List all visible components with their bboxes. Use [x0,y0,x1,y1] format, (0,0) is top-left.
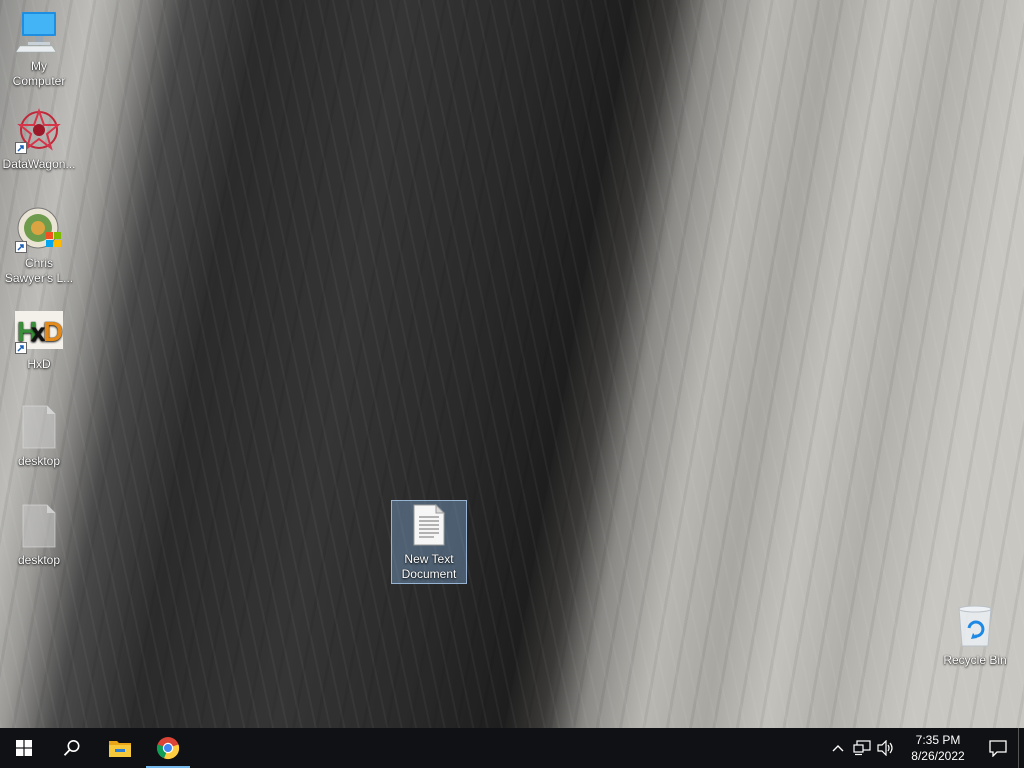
desktop-icon-recycle-bin[interactable]: Recycle Bin [937,602,1013,668]
desktop-icon-desktop-ini-1[interactable]: desktop [1,403,77,469]
desktop-icon-label: HxD [27,357,51,371]
windows-logo-icon [16,740,32,756]
system-tray: 7:35 PM 8/26/2022 [826,728,1024,768]
taskbar-clock[interactable]: 7:35 PM 8/26/2022 [898,732,978,764]
desktop-background[interactable]: My Computer DataWagon... Chris Sawyer's … [0,0,1024,728]
desktop-icon-label: desktop [17,454,61,468]
network-icon [853,740,871,756]
chrome-icon [156,737,180,760]
clock-time: 7:35 PM [915,733,961,747]
search-button[interactable] [48,728,96,768]
desktop-icon-new-text-document[interactable]: New Text Document [391,500,467,584]
desktop-icon-my-computer[interactable]: My Computer [1,8,77,89]
desktop-icon-label: DataWagon... [2,157,76,171]
volume-button[interactable] [874,728,898,768]
desktop-icon-label: My Computer [12,59,66,88]
game-icon [15,205,63,253]
svg-text:D: D [43,316,63,347]
desktop-icon-label: desktop [17,553,61,567]
network-button[interactable] [850,728,874,768]
action-center-icon [989,740,1007,757]
desktop-icon-datawagon[interactable]: DataWagon... [1,106,77,172]
clock-date: 8/26/2022 [911,749,965,763]
datawagon-icon [15,106,63,154]
desktop-icon-label: Recycle Bin [943,653,1007,667]
text-document-icon [405,501,453,549]
desktop-icon-chris-sawyers[interactable]: Chris Sawyer's L... [1,205,77,286]
desktop-icon-label: New Text Document [401,552,457,581]
desktop-icon-desktop-ini-2[interactable]: desktop [1,502,77,568]
chevron-up-icon [832,745,844,752]
chrome-button[interactable] [144,728,192,768]
volume-icon [877,740,893,756]
search-icon [63,740,80,756]
action-center-button[interactable] [978,728,1018,768]
show-hidden-icons-button[interactable] [826,728,850,768]
desktop-icon-hxd[interactable]: H x D HxD [1,306,77,372]
file-icon [15,403,63,451]
hex-editor-icon: H x D [15,306,63,354]
show-desktop-button[interactable] [1018,728,1024,768]
file-icon [15,502,63,550]
shortcut-arrow-icon [15,241,27,253]
file-explorer-button[interactable] [96,728,144,768]
taskbar: 7:35 PM 8/26/2022 [0,728,1024,768]
shortcut-arrow-icon [15,342,27,354]
shortcut-arrow-icon [15,142,27,154]
recycle-bin-icon [951,602,999,650]
desktop-icon-label: Chris Sawyer's L... [4,256,74,285]
start-button[interactable] [0,728,48,768]
computer-icon [15,8,63,56]
file-explorer-icon [109,741,131,757]
